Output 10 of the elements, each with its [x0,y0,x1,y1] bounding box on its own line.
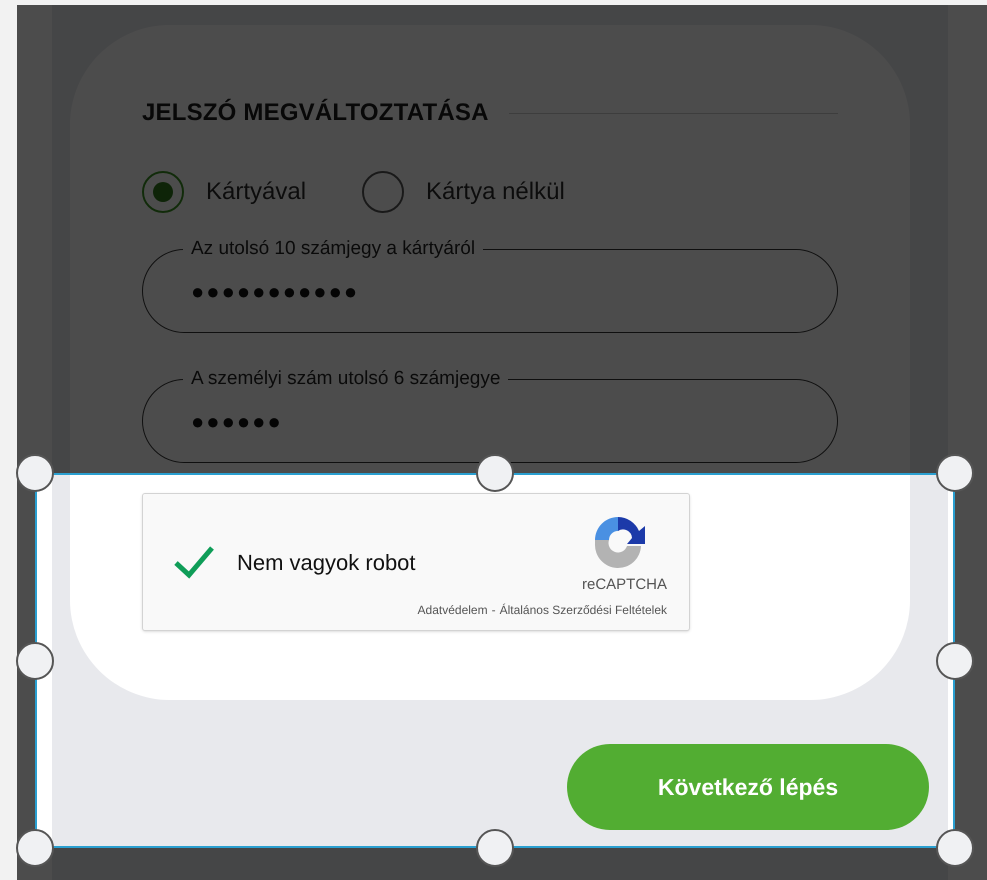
checkmark-icon[interactable] [173,544,215,580]
captcha-label: Nem vagyok robot [237,548,416,577]
captcha-link[interactable]: Adatvédelem [418,600,488,618]
captcha-link[interactable]: Általános Szerződési Feltételek [500,600,667,618]
field-label: A személyi szám utolsó 6 számjegye [190,369,502,389]
field-label: Az utolsó 10 számjegy a kártyáról [190,239,476,259]
link-separator: - [492,602,496,618]
captcha-brand: reCAPTCHA [582,575,667,595]
next-step-button[interactable]: Következő lépés [567,744,929,830]
form-title: JELSZÓ MEGVÁLTOZTATÁSA [142,98,489,128]
